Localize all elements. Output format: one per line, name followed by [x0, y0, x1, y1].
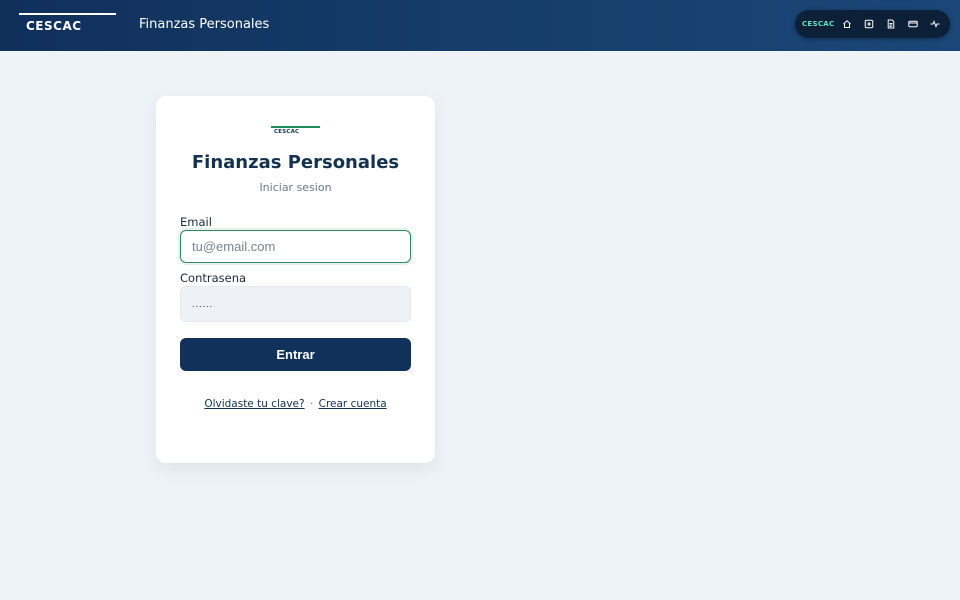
login-card: CESCAC Finanzas Personales Iniciar sesio…	[156, 96, 435, 463]
card-logo: CESCAC	[271, 126, 320, 135]
link-separator: ·	[309, 398, 314, 410]
auth-links: Olvidaste tu clave? · Crear cuenta	[156, 398, 435, 410]
email-label: Email	[180, 215, 212, 229]
email-field[interactable]	[180, 230, 411, 263]
logo-underline	[271, 126, 320, 128]
document-icon[interactable]	[880, 14, 902, 34]
login-title: Finanzas Personales	[191, 152, 400, 173]
app-title: Finanzas Personales	[139, 17, 270, 32]
quick-nav-dock: CESCAC	[795, 10, 950, 38]
login-subtitle: Iniciar sesion	[259, 181, 332, 194]
brand-name: CESCAC	[26, 19, 82, 33]
card-icon[interactable]	[902, 14, 924, 34]
create-account-link[interactable]: Crear cuenta	[319, 398, 387, 410]
dock-brand[interactable]: CESCAC	[802, 20, 836, 28]
home-icon[interactable]	[836, 14, 858, 34]
activity-icon[interactable]	[924, 14, 946, 34]
forgot-password-link[interactable]: Olvidaste tu clave?	[204, 398, 304, 410]
brand-underline	[19, 13, 116, 15]
top-bar: CESCAC Finanzas Personales CESCAC	[0, 0, 960, 51]
logo-text: CESCAC	[274, 129, 300, 135]
add-icon[interactable]	[858, 14, 880, 34]
login-submit-button[interactable]: Entrar	[180, 338, 411, 371]
brand-logo[interactable]: CESCAC	[19, 13, 116, 33]
password-field[interactable]	[180, 286, 411, 322]
password-label: Contrasena	[180, 271, 247, 285]
